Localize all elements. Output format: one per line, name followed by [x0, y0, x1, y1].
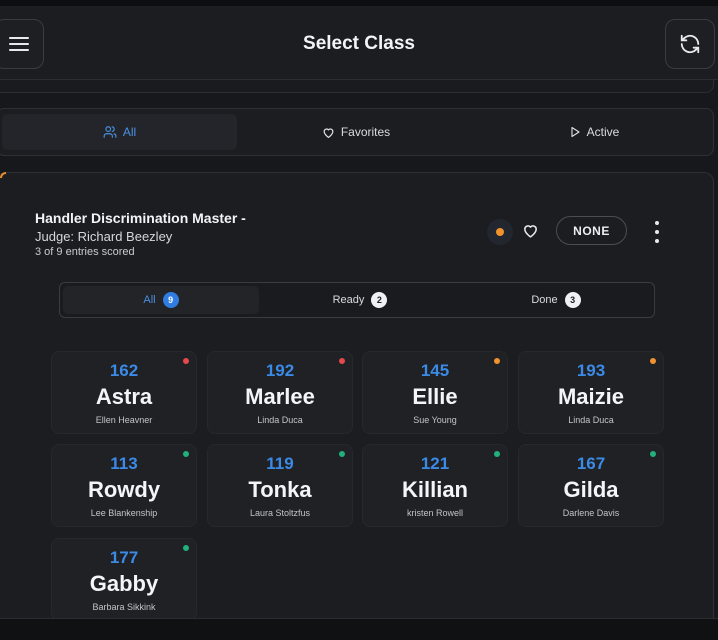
tab-done-label: Done: [531, 294, 558, 306]
entry-dog-name: Gilda: [563, 477, 619, 502]
filter-tab-all-label: All: [122, 125, 137, 139]
entry-number: 192: [265, 361, 295, 380]
filter-tabs: All Favorites Active: [0, 108, 714, 156]
entry-handler: Darlene Davis: [562, 508, 620, 518]
entry-number: 145: [420, 361, 450, 380]
filter-tab-active[interactable]: Active: [475, 109, 713, 155]
class-card: Handler Discrimination Master - Judge: R…: [0, 172, 714, 640]
entry-dog-name: Maizie: [557, 384, 625, 409]
users-icon: [103, 126, 117, 138]
class-status-indicator: [487, 219, 513, 245]
entry-handler: Sue Young: [413, 415, 457, 425]
entry-dog-name: Tonka: [248, 477, 312, 502]
tab-ready-label: Ready: [332, 294, 365, 306]
play-icon: [571, 126, 580, 138]
entry-handler: Ellen Heavner: [95, 415, 153, 425]
os-dock: [0, 618, 718, 640]
entry-handler: Lee Blankenship: [90, 508, 158, 518]
app-header: Select Class: [0, 6, 718, 80]
entry-number: 167: [576, 454, 606, 473]
entry-card[interactable]: 119 Tonka Laura Stoltzfus: [207, 444, 353, 527]
more-options-button[interactable]: [651, 221, 663, 243]
tab-done-count: 3: [564, 292, 581, 308]
entry-number: 162: [109, 361, 139, 380]
filter-tab-favorites-label: Favorites: [340, 125, 391, 139]
heart-icon: [524, 225, 537, 238]
kebab-dot: [655, 221, 659, 225]
entry-handler: Linda Duca: [257, 415, 303, 425]
class-judge: Judge: Richard Beezley: [35, 229, 173, 244]
tab-all-label: All: [143, 294, 156, 306]
heart-icon: [323, 127, 334, 138]
entry-card[interactable]: 145 Ellie Sue Young: [362, 351, 508, 434]
entry-card[interactable]: 113 Rowdy Lee Blankenship: [51, 444, 197, 527]
entry-number: 193: [576, 361, 606, 380]
entry-handler: Linda Duca: [568, 415, 614, 425]
entry-handler: Barbara Sikkink: [92, 602, 156, 612]
kebab-dot: [655, 239, 659, 243]
entry-dog-name: Ellie: [412, 384, 458, 409]
class-scored-count: 3 of 9 entries scored: [35, 246, 135, 258]
entry-dog-name: Marlee: [245, 384, 315, 409]
filter-tab-all[interactable]: All: [2, 114, 237, 150]
status-dot: [496, 228, 504, 236]
filter-tab-active-label: Active: [586, 125, 620, 139]
entry-dog-name: Killian: [401, 477, 468, 502]
entry-card[interactable]: 177 Gabby Barbara Sikkink: [51, 538, 197, 621]
tab-ready[interactable]: Ready 2: [262, 283, 458, 317]
kebab-dot: [655, 230, 659, 234]
favorite-button[interactable]: [522, 222, 539, 244]
entry-dog-name: Rowdy: [87, 477, 161, 502]
entry-dog-name: Astra: [95, 384, 153, 409]
tab-all-count: 9: [162, 292, 179, 308]
entry-handler: kristen Rowell: [406, 508, 464, 518]
entry-card[interactable]: 121 Killian kristen Rowell: [362, 444, 508, 527]
entry-number: 177: [109, 548, 139, 567]
refresh-icon: [680, 34, 700, 54]
page-title: Select Class: [303, 33, 415, 54]
entry-card[interactable]: 192 Marlee Linda Duca: [207, 351, 353, 434]
entry-status-tabs: All 9 Ready 2 Done 3: [59, 282, 655, 318]
refresh-button[interactable]: [665, 19, 715, 69]
entry-handler: Laura Stoltzfus: [249, 508, 311, 518]
entry-dog-name: Gabby: [89, 571, 159, 596]
collapsed-panel: [0, 80, 714, 93]
entry-number: 119: [266, 454, 294, 473]
entry-number: 121: [420, 454, 450, 473]
class-status-badge[interactable]: NONE: [556, 216, 627, 245]
entry-card[interactable]: 167 Gilda Darlene Davis: [518, 444, 664, 527]
entry-card[interactable]: 193 Maizie Linda Duca: [518, 351, 664, 434]
tab-all[interactable]: All 9: [63, 286, 259, 314]
tab-done[interactable]: Done 3: [458, 283, 654, 317]
filter-tab-favorites[interactable]: Favorites: [237, 109, 475, 155]
class-title: Handler Discrimination Master -: [35, 210, 246, 226]
entry-card[interactable]: 162 Astra Ellen Heavner: [51, 351, 197, 434]
tab-ready-count: 2: [371, 292, 388, 308]
entry-number: 113: [110, 454, 138, 473]
